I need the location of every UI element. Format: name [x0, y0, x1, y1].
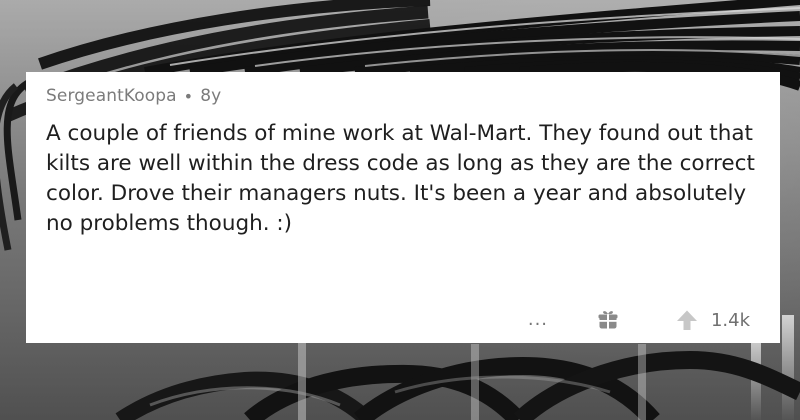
comment-meta: SergeantKoopa • 8y: [46, 85, 760, 107]
meta-separator: •: [183, 86, 194, 106]
upvote-arrow-icon: [676, 310, 697, 330]
more-options-button[interactable]: ...: [523, 310, 553, 330]
screenshot-stage: SergeantKoopa • 8y A couple of friends o…: [0, 0, 800, 420]
comment-body: A couple of friends of mine work at Wal-…: [46, 121, 755, 236]
gift-icon: [598, 311, 618, 329]
upvote-button[interactable]: [673, 307, 701, 333]
comment-card: SergeantKoopa • 8y A couple of friends o…: [26, 72, 780, 343]
comment-actions: ... 1.4k: [523, 307, 750, 333]
comment-age: 8y: [200, 86, 222, 106]
author-username[interactable]: SergeantKoopa: [46, 86, 177, 106]
vote-score: 1.4k: [710, 310, 750, 331]
award-button[interactable]: [595, 307, 621, 333]
vote-group: 1.4k: [673, 307, 750, 333]
